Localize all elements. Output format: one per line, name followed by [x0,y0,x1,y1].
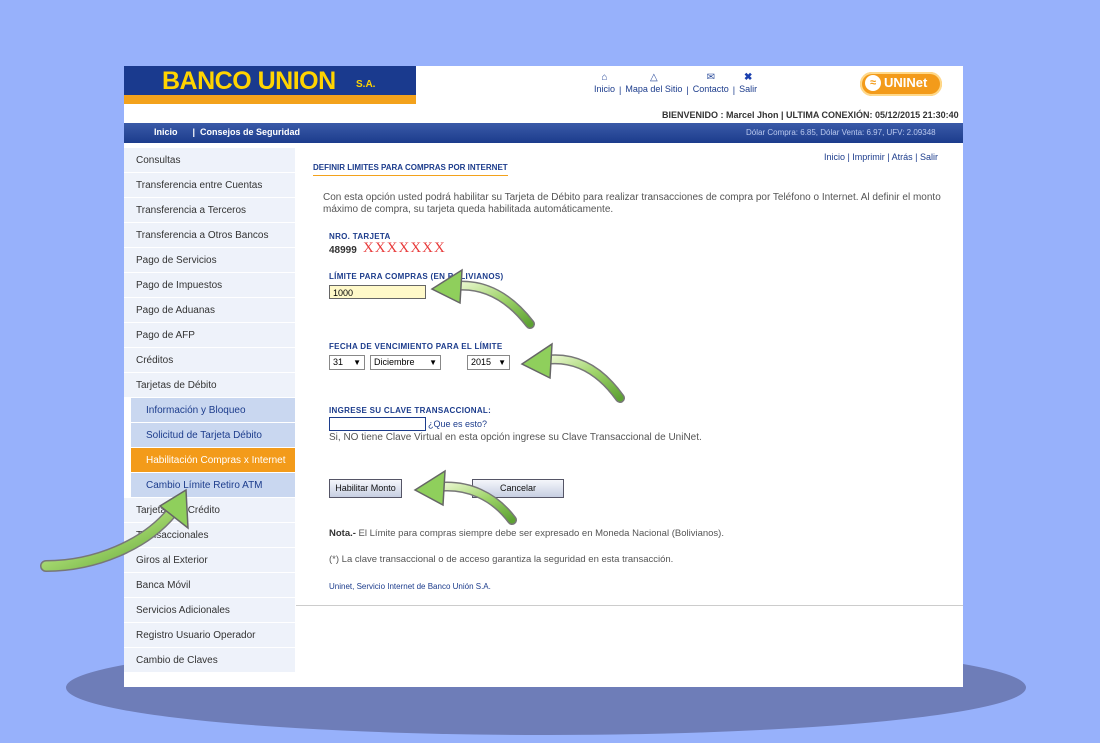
nav-logout[interactable]: ✖ Salir [735,72,761,95]
sidebar-item-change-passwords[interactable]: Cambio de Claves [124,648,295,673]
close-icon: ✖ [743,72,753,83]
password-note: Si, NO tiene Clave Virtual en esta opció… [329,432,702,443]
browser-frame: BANCO UNION S.A. ⌂ Inicio | △ Mapa del S… [124,66,963,687]
sidebar-item-mobile-banking[interactable]: Banca Móvil [124,573,295,598]
sidebar-subitem-info-block[interactable]: Información y Bloqueo [131,398,295,423]
sidebar-subitem-card-request[interactable]: Solicitud de Tarjeta Débito [131,423,295,448]
exchange-rates: Dólar Compra: 6.85, Dólar Venta: 6.97, U… [746,128,936,137]
nav-contact[interactable]: ✉ Contacto [689,72,733,95]
home-icon: ⌂ [601,72,608,83]
month-select[interactable]: Diciembre ▼ [370,355,441,370]
month-value: Diciembre [374,357,415,367]
nav-home-label: Inicio [594,84,616,94]
limit-input[interactable]: 1000 [329,285,426,299]
sidebar-item-afp[interactable]: Pago de AFP [124,323,295,348]
expiry-date-label: FECHA DE VENCIMIENTO PARA EL LÍMITE [329,342,503,351]
sidebar-item-debit-cards[interactable]: Tarjetas de Débito [124,373,295,398]
navbar-links[interactable]: Inicio | Consejos de Seguridad [154,127,300,137]
sidebar-subitem-internet-purchases[interactable]: Habilitación Compras x Internet [131,448,295,473]
security-note: (*) La clave transaccional o de acceso g… [329,554,674,565]
page-title: DEFINIR LIMITES PARA COMPRAS POR INTERNE… [313,163,508,176]
page-description: Con esta opción usted podrá habilitar su… [323,192,941,215]
limit-label: LÍMITE PARA COMPRAS (EN BOLIVIANOS) [329,272,504,281]
note-text: El Límite para compras siempre debe ser … [355,528,724,539]
password-label: INGRESE SU CLAVE TRANSACCIONAL: [329,406,492,415]
sidebar-item-transfer-own[interactable]: Transferencia entre Cuentas [124,173,295,198]
sitemap-icon: △ [650,72,658,83]
nav-sitemap[interactable]: △ Mapa del Sitio [621,72,686,95]
nav-contact-label: Contacto [692,84,729,94]
year-select[interactable]: 2015 ▼ [467,355,510,370]
sidebar-item-operator-registration[interactable]: Registro Usuario Operador [124,623,295,648]
welcome-text: BIENVENIDO : Marcel Jhon | ULTIMA CONEXI… [662,110,959,120]
logo-text: BANCO UNION [162,67,336,95]
mail-icon: ✉ [706,72,715,83]
sidebar-item-transfer-third[interactable]: Transferencia a Terceros [124,198,295,223]
year-value: 2015 [471,357,492,367]
dropdown-arrow-icon: ▼ [353,358,361,367]
sidebar-item-taxes[interactable]: Pago de Impuestos [124,273,295,298]
transaction-password-input[interactable] [329,417,426,431]
nav-home[interactable]: ⌂ Inicio [590,72,619,95]
sidebar-item-customs[interactable]: Pago de Aduanas [124,298,295,323]
nav-logout-label: Salir [739,84,758,94]
card-number-mask: XXXXXXX [363,240,446,256]
sidebar-item-credits[interactable]: Créditos [124,348,295,373]
sidebar-item-consultas[interactable]: Consultas [124,148,295,173]
uninet-logo: ≈ UNINet [860,72,942,96]
day-select[interactable]: 31 ▼ [329,355,365,370]
sidebar-item-foreign-transfers[interactable]: Giros al Exterior [124,548,295,573]
wifi-icon: ≈ [865,75,881,91]
sidebar: Consultas Transferencia entre Cuentas Tr… [124,148,295,673]
nav-sitemap-label: Mapa del Sitio [625,84,683,94]
main-content: Inicio | Imprimir | Atrás | Salir DEFINI… [296,148,963,606]
cancel-button[interactable]: Cancelar [472,479,564,498]
sidebar-item-services[interactable]: Pago de Servicios [124,248,295,273]
top-navigation: ⌂ Inicio | △ Mapa del Sitio | ✉ Contacto… [590,72,761,95]
limit-note: Nota.- El Límite para compras siempre de… [329,528,724,539]
day-value: 31 [333,357,344,367]
card-number-prefix: 48999 [329,245,357,256]
logo-suffix: S.A. [356,79,376,90]
bank-logo[interactable]: BANCO UNION S.A. [124,66,416,105]
logo-stripe [124,95,416,104]
utility-links[interactable]: Inicio | Imprimir | Atrás | Salir [824,152,938,162]
sidebar-item-transactional[interactable]: Transaccionales [124,523,295,548]
what-is-this-link[interactable]: ¿Que es esto? [428,419,487,429]
sidebar-item-credit-cards[interactable]: Tarjetas de Crédito [124,498,295,523]
note-prefix: Nota.- [329,528,356,539]
sidebar-item-additional-services[interactable]: Servicios Adicionales [124,598,295,623]
dropdown-arrow-icon: ▼ [429,358,437,367]
uninet-logo-text: UNINet [884,75,928,90]
main-navbar: Inicio | Consejos de Seguridad Dólar Com… [124,123,963,143]
footer-text: Uninet, Servicio Internet de Banco Unión… [329,582,491,591]
enable-amount-button[interactable]: Habilitar Monto [329,479,402,498]
sidebar-item-transfer-other-banks[interactable]: Transferencia a Otros Bancos [124,223,295,248]
dropdown-arrow-icon: ▼ [498,358,506,367]
sidebar-subitem-atm-limit[interactable]: Cambio Límite Retiro ATM [131,473,295,498]
